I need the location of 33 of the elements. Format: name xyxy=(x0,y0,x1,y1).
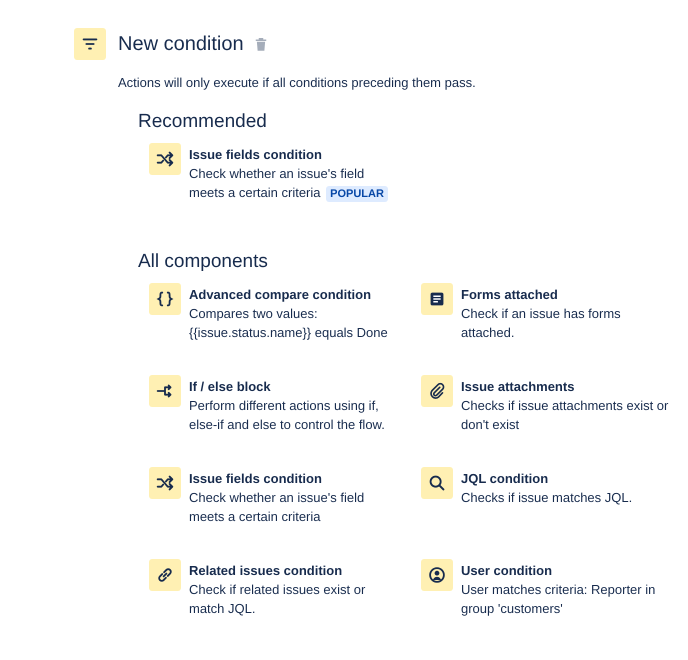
icon-tile[interactable] xyxy=(421,559,453,591)
icon-tile[interactable] xyxy=(149,283,181,315)
icon-tile[interactable] xyxy=(421,283,453,315)
component-description: Compares two values: {{issue.status.name}} equals Done xyxy=(189,305,389,342)
condition-title: New condition xyxy=(118,32,244,56)
component-title: JQL condition xyxy=(461,470,550,488)
popular-badge: POPULAR xyxy=(326,186,388,202)
component-description: Check if an issue has forms attached. xyxy=(461,305,622,342)
icon-tile[interactable] xyxy=(149,143,181,175)
icon-tile[interactable] xyxy=(421,467,453,499)
component-description: Perform different actions using if, else-if and else to control the flow. xyxy=(189,397,386,434)
component-title: User condition xyxy=(461,562,554,580)
user-icon xyxy=(426,564,448,586)
component-title: Advanced compare condition xyxy=(189,286,372,304)
icon-tile[interactable] xyxy=(149,559,181,591)
icon-tile[interactable] xyxy=(149,467,181,499)
condition-description: Actions will only execute if all conditions preceding them pass. xyxy=(118,75,477,90)
component-description: Checks if issue matches JQL. xyxy=(461,489,634,507)
icon-tile[interactable] xyxy=(421,375,453,407)
component-title: Issue fields condition xyxy=(189,146,323,164)
component-title: Related issues condition xyxy=(189,562,344,580)
component-description: Check whether an issue's field meets a certain criteria xyxy=(189,489,366,526)
component-title: Issue fields condition xyxy=(189,470,323,488)
component-title: Forms attached xyxy=(461,286,559,304)
section-heading: All components xyxy=(138,250,269,274)
component-description: Check whether an issue's field meets a certain criteria POPULAR xyxy=(189,164,394,202)
component-title: If / else block xyxy=(189,378,272,396)
component-description: Checks if issue attachments exist or don't exist xyxy=(461,397,670,434)
section-heading: Recommended xyxy=(138,110,268,134)
component-title: Issue attachments xyxy=(461,378,576,396)
icon-tile[interactable] xyxy=(149,375,181,407)
component-description: User matches criteria: Reporter in group 'customers' xyxy=(461,581,656,618)
component-description: Check if related issues exist or match JQL. xyxy=(189,581,366,618)
